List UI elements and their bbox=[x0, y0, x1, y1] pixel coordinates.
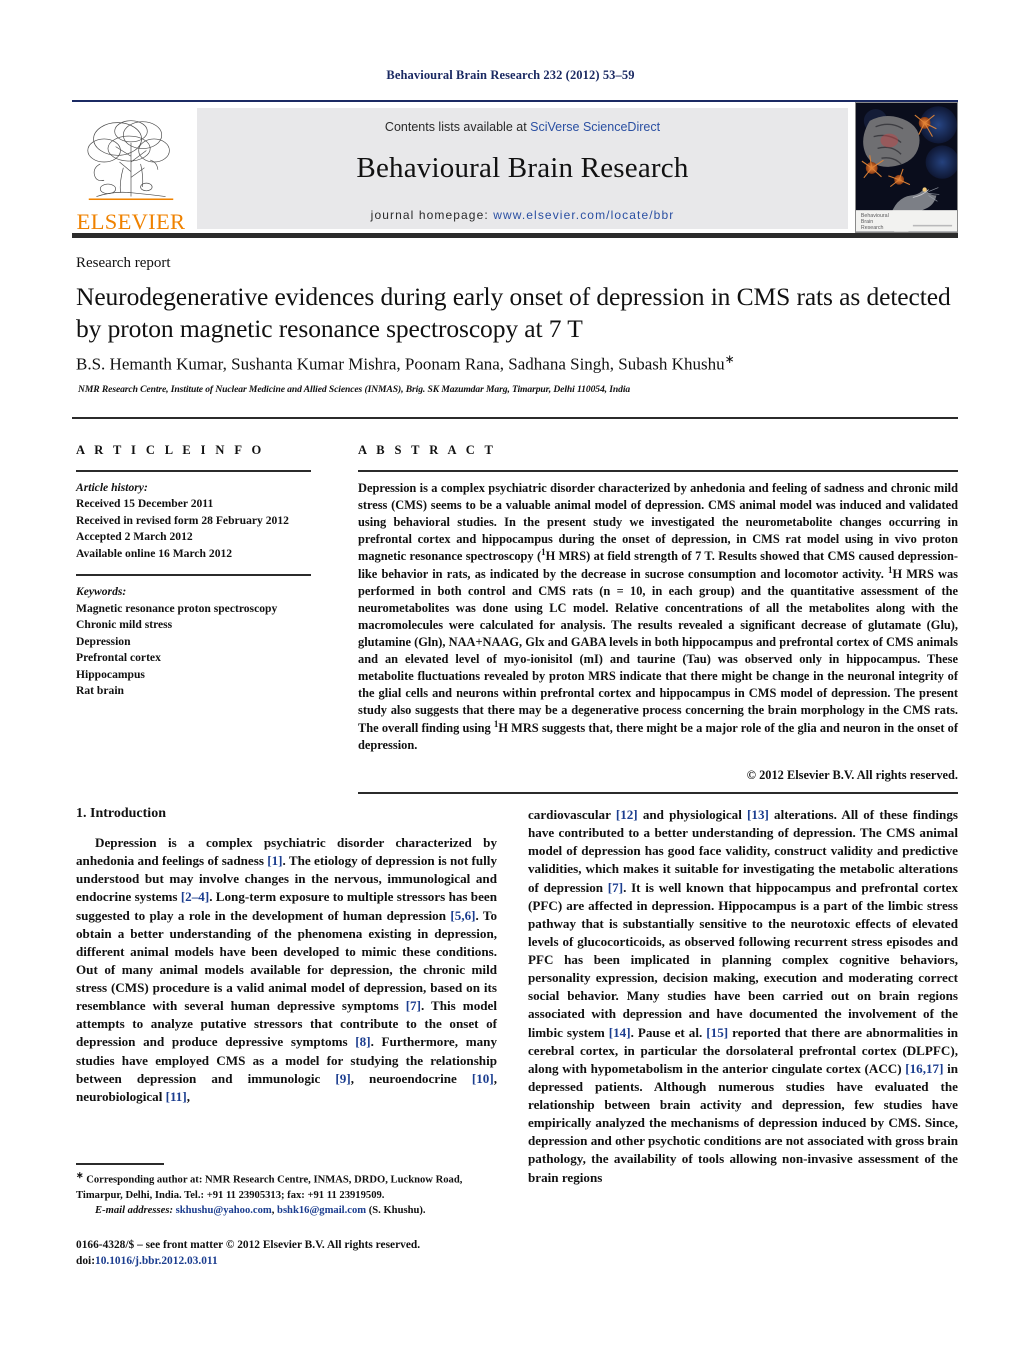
email-link-2[interactable]: bshk16@gmail.com bbox=[277, 1205, 366, 1216]
article-info-section: A R T I C L E I N F O Article history: R… bbox=[76, 443, 311, 699]
contents-prefix: Contents lists available at bbox=[384, 120, 531, 134]
footnote-block: ∗ Corresponding author at: NMR Research … bbox=[76, 1169, 501, 1219]
page-title: Neurodegenerative evidences during early… bbox=[76, 282, 951, 344]
history-item: Received in revised form 28 February 201… bbox=[76, 513, 289, 527]
keywords-label: Keywords: bbox=[76, 585, 127, 599]
text-run: and physiological bbox=[637, 807, 748, 822]
journal-band: Contents lists available at SciVerse Sci… bbox=[197, 108, 848, 229]
svg-text:Research: Research bbox=[861, 225, 884, 231]
keyword-item: Prefrontal cortex bbox=[76, 651, 161, 665]
text-run: in depressed patients. Although numerous… bbox=[528, 1060, 958, 1185]
journal-homepage-link[interactable]: www.elsevier.com/locate/bbr bbox=[493, 208, 674, 222]
citation-ref[interactable]: [8] bbox=[355, 1034, 370, 1049]
citation-ref[interactable]: [7] bbox=[406, 998, 421, 1013]
sciencedirect-link[interactable]: SciVerse ScienceDirect bbox=[530, 120, 660, 134]
footnote-marker: ∗ bbox=[76, 1170, 84, 1180]
citation-ref[interactable]: [9] bbox=[335, 1071, 350, 1086]
article-info-rule bbox=[76, 470, 311, 472]
abstract-heading: A B S T R A C T bbox=[358, 443, 497, 457]
history-item: Accepted 2 March 2012 bbox=[76, 530, 193, 544]
keyword-item: Rat brain bbox=[76, 683, 124, 697]
citation-ref[interactable]: [10] bbox=[472, 1071, 494, 1086]
journal-article-page: Behavioural Brain Research 232 (2012) 53… bbox=[0, 0, 1021, 1351]
corresponding-author-note: ∗ Corresponding author at: NMR Research … bbox=[76, 1169, 501, 1203]
affiliation: NMR Research Centre, Institute of Nuclea… bbox=[78, 384, 631, 395]
article-history-block: Article history: Received 15 December 20… bbox=[76, 480, 311, 562]
keyword-item: Depression bbox=[76, 634, 131, 648]
abstract-part-3: H MRS was performed in both control and … bbox=[358, 566, 958, 735]
author-list: B.S. Hemanth Kumar, Sushanta Kumar Mishr… bbox=[76, 352, 956, 375]
citation-ref[interactable]: [13] bbox=[747, 807, 769, 822]
homepage-prefix: journal homepage: bbox=[370, 208, 494, 222]
doi-prefix: doi: bbox=[76, 1255, 95, 1268]
citation-ref[interactable]: [1] bbox=[267, 853, 282, 868]
article-info-heading: A R T I C L E I N F O bbox=[76, 443, 265, 457]
text-run: . It is well known that hippocampus and … bbox=[528, 879, 958, 1040]
text-run: . Pause et al. bbox=[630, 1024, 707, 1040]
article-head-rule bbox=[72, 417, 958, 419]
article-type-label: Research report bbox=[76, 255, 171, 271]
email-link-1[interactable]: skhushu@yahoo.com bbox=[176, 1205, 272, 1216]
corresponding-author-marker: ∗ bbox=[724, 352, 735, 366]
keyword-item: Hippocampus bbox=[76, 667, 145, 681]
body-column-right: cardiovascular [12] and physiological [1… bbox=[528, 806, 958, 1187]
citation-ref[interactable]: [15] bbox=[706, 1025, 728, 1040]
citation-ref[interactable]: [12] bbox=[616, 807, 638, 822]
text-run: , bbox=[186, 1088, 190, 1104]
footnote-rule bbox=[76, 1163, 164, 1165]
abstract-section: A B S T R A C T Depression is a complex … bbox=[358, 443, 958, 783]
paragraph: Depression is a complex psychiatric diso… bbox=[76, 834, 497, 1106]
citation-ref[interactable]: [14] bbox=[609, 1025, 631, 1040]
running-head: Behavioural Brain Research 232 (2012) 53… bbox=[386, 68, 635, 82]
journal-title: Behavioural Brain Research bbox=[356, 152, 689, 184]
keyword-item: Magnetic resonance proton spectroscopy bbox=[76, 601, 278, 615]
journal-masthead: ELSEVIER Contents lists available at Sci… bbox=[72, 102, 958, 233]
journal-cover-thumbnail: Behavioural Brain Research bbox=[855, 102, 958, 233]
text-run: cardiovascular bbox=[528, 807, 616, 822]
email-label: E-mail addresses: bbox=[95, 1205, 173, 1217]
abstract-bottom-rule bbox=[358, 792, 958, 794]
abstract-rule bbox=[358, 470, 958, 472]
email-note: E-mail addresses: skhushu@yahoo.com, bsh… bbox=[76, 1203, 501, 1218]
email-owner: (S. Khushu). bbox=[366, 1205, 426, 1217]
text-run: , neuroendocrine bbox=[350, 1070, 472, 1086]
abstract-copyright: © 2012 Elsevier B.V. All rights reserved… bbox=[746, 767, 958, 782]
journal-homepage-line: journal homepage: www.elsevier.com/locat… bbox=[371, 208, 675, 222]
contents-list-line: Contents lists available at SciVerse Sci… bbox=[385, 120, 660, 134]
citation-ref[interactable]: [11] bbox=[166, 1089, 187, 1104]
doi-line: doi:10.1016/j.bbr.2012.03.011 bbox=[76, 1253, 536, 1269]
history-item: Received 15 December 2011 bbox=[76, 497, 214, 511]
issn-copyright-line: 0166-4328/$ – see front matter © 2012 El… bbox=[76, 1239, 421, 1251]
author-names: B.S. Hemanth Kumar, Sushanta Kumar Mishr… bbox=[76, 354, 725, 374]
keywords-block: Keywords: Magnetic resonance proton spec… bbox=[76, 584, 311, 699]
body-column-left: Depression is a complex psychiatric diso… bbox=[76, 834, 497, 1106]
elsevier-wordmark: ELSEVIER bbox=[76, 208, 186, 234]
section-heading-introduction: 1. Introduction bbox=[76, 806, 166, 821]
elsevier-logo: ELSEVIER bbox=[72, 106, 190, 233]
imprint-block: 0166-4328/$ – see front matter © 2012 El… bbox=[76, 1237, 536, 1269]
paragraph: cardiovascular [12] and physiological [1… bbox=[528, 806, 958, 1187]
keywords-rule bbox=[76, 574, 311, 577]
masthead-bottom-rule bbox=[72, 233, 958, 238]
cover-artwork-icon: Behavioural Brain Research bbox=[856, 103, 957, 232]
article-history-label: Article history: bbox=[76, 481, 148, 494]
citation-ref[interactable]: [16,17] bbox=[905, 1061, 943, 1076]
citation-ref[interactable]: [2–4] bbox=[181, 889, 209, 904]
doi-link[interactable]: 10.1016/j.bbr.2012.03.011 bbox=[95, 1255, 218, 1267]
keyword-item: Chronic mild stress bbox=[76, 618, 173, 632]
corresponding-author-text: Corresponding author at: NMR Research Ce… bbox=[76, 1174, 463, 1201]
history-item: Available online 16 March 2012 bbox=[76, 546, 233, 560]
abstract-text: Depression is a complex psychiatric diso… bbox=[358, 480, 958, 754]
citation-ref[interactable]: [5,6] bbox=[450, 908, 475, 923]
elsevier-tree-icon bbox=[87, 119, 174, 200]
citation-ref[interactable]: [7] bbox=[608, 880, 623, 895]
